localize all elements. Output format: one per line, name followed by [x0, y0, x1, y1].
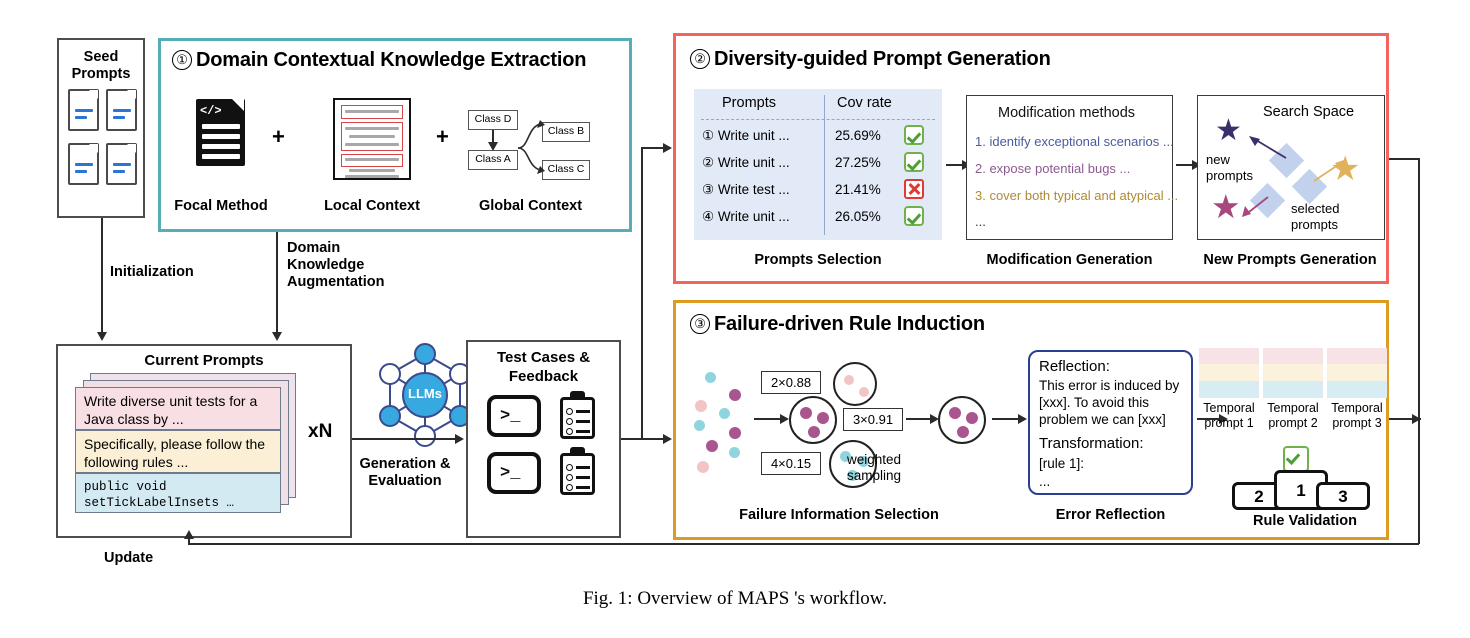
prompt-card-rules: Specifically, please follow the following…: [75, 430, 281, 473]
seed-document-icon: [68, 143, 99, 185]
multiplier-label: xN: [308, 421, 333, 442]
status-check-icon: [904, 152, 924, 172]
weighted-sampling-label-l2: sampling: [847, 468, 902, 483]
class-c-node: Class C: [542, 160, 590, 180]
class-b-node: Class B: [542, 122, 590, 142]
modification-item: 1. identify exceptional scenarios ...: [975, 134, 1174, 149]
class-a-node: Class A: [468, 150, 518, 170]
prompts-selection-caption: Prompts Selection: [754, 252, 882, 268]
section1-title: ① Domain Contextual Knowledge Extraction: [172, 49, 586, 72]
prompt-card-code: public void setTickLabelInsets …: [75, 473, 281, 513]
figure-caption: Fig. 1: Overview of MAPS 's workflow.: [582, 588, 888, 609]
initialization-label: Initialization: [110, 264, 194, 280]
prompts-selection-table: Prompts Cov rate ① Write unit ... 25.69%…: [694, 89, 942, 240]
table-row: ③ Write test ...: [702, 182, 790, 197]
section3-number: ③: [690, 314, 710, 334]
new-prompts-generation-caption: New Prompts Generation: [1203, 252, 1377, 268]
rule-validation-caption: Rule Validation: [1253, 513, 1357, 529]
star-icon: ★: [1211, 188, 1241, 225]
reflection-text: problem we can [xxx]: [1039, 412, 1166, 427]
transformation-text: [rule 1]:: [1039, 456, 1085, 471]
local-context-label: Local Context: [324, 198, 420, 214]
search-space-box: Search Space ★ ★ ★ new prompts selected …: [1197, 95, 1385, 240]
table-header-cov: Cov rate: [837, 95, 892, 111]
table-cell-cov: 25.69%: [835, 128, 881, 143]
transformation-heading: Transformation:: [1039, 435, 1144, 452]
table-cell-cov: 26.05%: [835, 209, 881, 224]
table-row: ① Write unit ...: [702, 128, 790, 143]
modification-generation-caption: Modification Generation: [986, 252, 1153, 268]
table-cell-cov: 21.41%: [835, 182, 881, 197]
modification-title: Modification methods: [998, 105, 1136, 121]
weight-label: 3×0.91: [843, 408, 903, 431]
section1-number: ①: [172, 50, 192, 70]
current-prompts-title: Current Prompts: [144, 352, 264, 369]
modification-methods-box: Modification methods 1. identify excepti…: [966, 95, 1178, 240]
seed-document-icon: [68, 89, 99, 131]
reflection-text: This error is induced by: [1039, 378, 1180, 393]
prompt-card-text: Write diverse unit tests for a Java class…: [75, 387, 281, 430]
class-d-node: Class D: [468, 110, 518, 130]
temporal-prompt-card: [1199, 348, 1259, 398]
plus-icon: +: [272, 124, 285, 149]
search-space-title: Search Space: [1263, 104, 1355, 120]
update-label: Update: [104, 550, 154, 566]
generation-evaluation-label: Generation & Evaluation: [359, 456, 451, 489]
reflection-heading: Reflection:: [1039, 358, 1110, 375]
modification-item: 2. expose potential bugs ...: [975, 161, 1131, 176]
table-row: ② Write unit ...: [702, 155, 790, 170]
error-reflection-box: Reflection: This error is induced by [xx…: [1028, 350, 1193, 495]
domain-augmentation-label: Domain Knowledge Augmentation: [287, 240, 385, 290]
weight-label: 2×0.88: [761, 371, 821, 394]
new-prompts-label-l2: prompts: [1206, 168, 1253, 183]
status-check-icon: [904, 206, 924, 226]
section2-number: ②: [690, 49, 710, 69]
new-prompts-label-l1: new: [1206, 152, 1230, 167]
llm-label: LLMs: [408, 386, 442, 401]
cluster-circle-selected: [789, 396, 837, 444]
table-row: ④ Write unit ...: [702, 209, 790, 224]
connector-initialization: [101, 218, 103, 334]
status-cross-icon: [904, 179, 924, 199]
seed-document-icon: [106, 89, 137, 131]
modification-item: 3. cover both typical and atypical ...: [975, 188, 1179, 203]
section3-title: ③ Failure-driven Rule Induction: [690, 313, 985, 336]
seed-prompts-title-line1: Seed: [83, 49, 119, 65]
reflection-text: [xxx]. To avoid this: [1039, 395, 1150, 410]
terminal-icon: >_: [487, 452, 541, 494]
error-reflection-caption: Error Reflection: [1055, 507, 1166, 523]
star-icon: ★: [1215, 114, 1242, 147]
focal-method-label: Focal Method: [174, 198, 268, 214]
weight-label: 4×0.15: [761, 452, 821, 475]
terminal-icon: >_: [487, 395, 541, 437]
cluster-circle: [833, 362, 877, 406]
global-context-label: Global Context: [478, 198, 583, 214]
transformation-ellipsis: ...: [1039, 474, 1051, 489]
modification-ellipsis: ...: [975, 214, 986, 229]
selected-prompts-label-l2: prompts: [1291, 217, 1338, 232]
table-header-prompts: Prompts: [722, 95, 776, 111]
temporal-prompt-label: Temporal prompt 3: [1331, 401, 1383, 430]
selected-prompts-label-l1: selected: [1291, 201, 1340, 216]
status-check-icon: [904, 125, 924, 145]
sampled-cluster-circle: [938, 396, 986, 444]
seed-document-icon: [106, 143, 137, 185]
table-cell-cov: 27.25%: [835, 155, 881, 170]
temporal-prompt-card: [1327, 348, 1387, 398]
validation-check-icon: [1283, 446, 1309, 472]
plus-icon-2: +: [436, 124, 449, 149]
weighted-sampling-label-l1: weighted: [847, 452, 902, 467]
test-cases-title: Test Cases & Feedback: [496, 349, 591, 385]
section2-title: ② Diversity-guided Prompt Generation: [690, 48, 1051, 71]
connector-domain-augmentation: [276, 232, 278, 334]
podium-third: 3: [1316, 482, 1370, 510]
seed-prompts-title-line2: Prompts: [71, 66, 131, 82]
temporal-prompt-card: [1263, 348, 1323, 398]
connector-update: [188, 543, 1419, 545]
failure-information-selection-caption: Failure Information Selection: [739, 507, 939, 523]
connector-generation-evaluation: [352, 438, 457, 440]
